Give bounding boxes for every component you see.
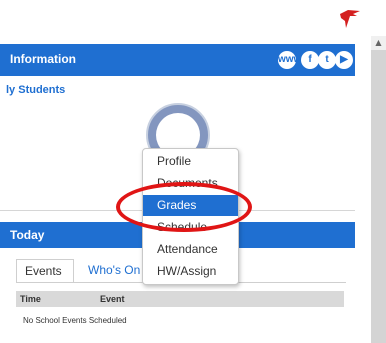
menu-item-documents[interactable]: Documents [143,173,238,194]
menu-item-attendance[interactable]: Attendance [143,239,238,260]
information-panel-header: Information www f t ▶ [0,44,355,76]
events-table-header: Time Event [16,291,344,307]
menu-item-grades[interactable]: Grades [143,195,238,216]
web-icon[interactable]: www [278,51,301,69]
my-students-heading: ly Students [6,84,66,96]
menu-item-hw-assign[interactable]: HW/Assign [143,261,238,282]
red-hawk-logo-icon [340,10,360,28]
information-panel-title: Information [10,52,76,66]
page-root: Information www f t ▶ ly Students Today … [0,0,386,343]
vertical-scrollbar[interactable]: ▲ [371,36,386,343]
scroll-up-arrow-icon[interactable]: ▲ [371,36,386,50]
student-context-menu: Profile Documents Grades Schedule Attend… [142,148,239,285]
column-header-time: Time [20,294,41,304]
menu-item-profile[interactable]: Profile [143,151,238,172]
facebook-icon[interactable]: f [301,51,319,69]
top-bar [0,0,370,44]
twitter-icon[interactable]: t [318,51,336,69]
youtube-icon[interactable]: ▶ [335,51,353,69]
menu-item-schedule[interactable]: Schedule [143,217,238,238]
today-panel-title: Today [10,228,45,242]
column-header-event: Event [100,294,125,304]
tab-events[interactable]: Events [16,259,74,283]
events-empty-message: No School Events Scheduled [23,316,127,325]
